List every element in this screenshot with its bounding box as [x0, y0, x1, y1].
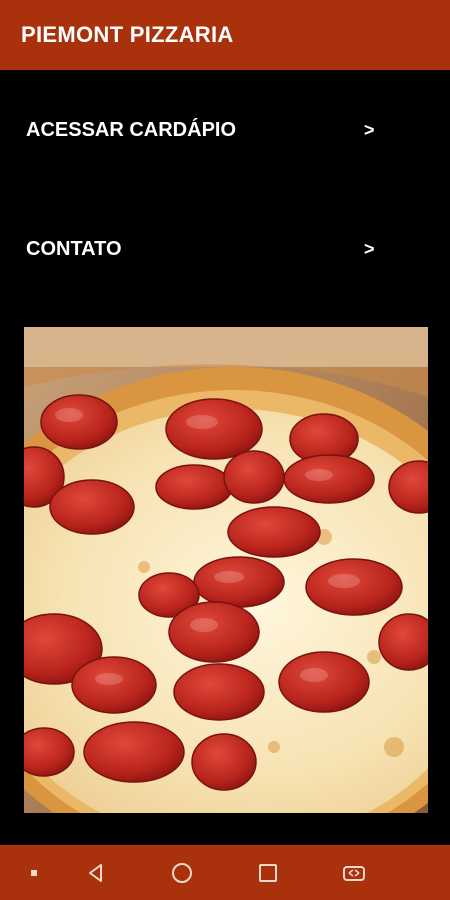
home-icon[interactable] [168, 859, 196, 887]
switch-app-icon[interactable] [340, 859, 368, 887]
menu-item-label: CONTATO [26, 237, 122, 260]
back-icon[interactable] [82, 859, 110, 887]
menu-item-contato[interactable]: CONTATO > [0, 219, 450, 279]
chevron-right-icon: > [364, 238, 375, 259]
menu-dot-icon[interactable] [20, 859, 48, 887]
app-title: PIEMONT PIZZARIA [21, 22, 234, 47]
chevron-right-icon: > [364, 119, 375, 140]
system-navigation-bar [0, 845, 450, 900]
menu-item-cardapio[interactable]: ACESSAR CARDÁPIO > [0, 100, 450, 160]
pizza-image [24, 327, 428, 813]
menu-item-label: ACESSAR CARDÁPIO [26, 118, 237, 141]
app-bar: PIEMONT PIZZARIA [0, 0, 450, 70]
recents-icon[interactable] [254, 859, 282, 887]
